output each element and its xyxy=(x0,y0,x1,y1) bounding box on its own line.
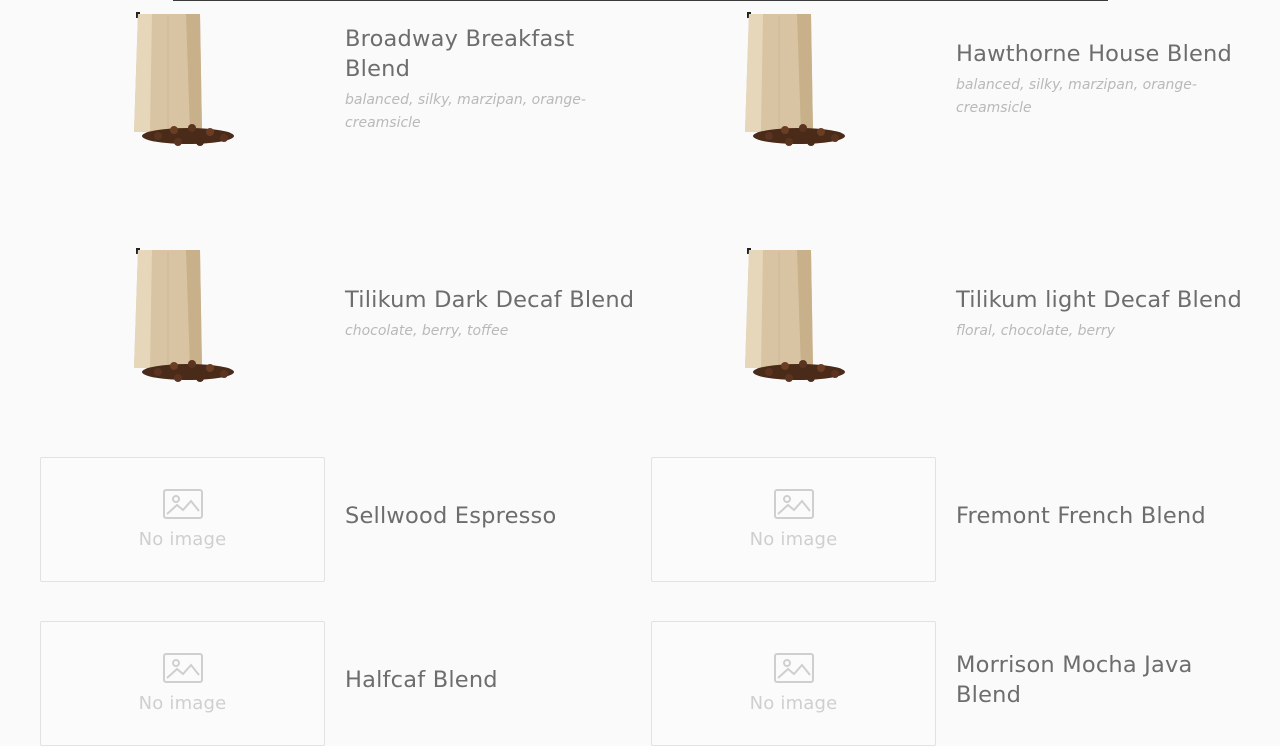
coffee-bag-image xyxy=(745,12,845,146)
product-name: Hawthorne House Blend xyxy=(956,41,1233,67)
image-placeholder-icon xyxy=(163,653,203,683)
product-image-placeholder: No image xyxy=(40,457,325,582)
product-name: Fremont French Blend xyxy=(956,503,1206,529)
tasting-notes: chocolate, berry, toffee xyxy=(345,323,509,339)
product-info: Tilikum light Decaf Blend floral, chocol… xyxy=(956,285,1256,343)
product-info: Morrison Mocha Java Blend xyxy=(956,650,1216,710)
no-image-label: No image xyxy=(138,529,227,550)
product-name: Tilikum Dark Decaf Blend xyxy=(345,287,635,313)
product-card[interactable]: Tilikum light Decaf Blend floral, chocol… xyxy=(651,236,1261,406)
no-image-label: No image xyxy=(749,529,838,550)
tasting-notes: balanced, silky, marzipan, orange-creams… xyxy=(345,92,586,131)
product-card[interactable]: No image Fremont French Blend xyxy=(651,457,1251,583)
image-placeholder-icon xyxy=(163,489,203,519)
product-image-placeholder: No image xyxy=(40,621,325,746)
image-placeholder-icon xyxy=(774,489,814,519)
coffee-bag-image xyxy=(745,248,845,382)
product-info: Sellwood Espresso xyxy=(345,501,645,531)
coffee-bag-image xyxy=(134,12,234,146)
product-image xyxy=(651,236,936,382)
product-image-placeholder: No image xyxy=(651,621,936,746)
product-card[interactable]: Hawthorne House Blend balanced, silky, m… xyxy=(651,0,1251,170)
product-name: Sellwood Espresso xyxy=(345,503,557,529)
product-card[interactable]: No image Morrison Mocha Java Blend xyxy=(651,621,1251,746)
no-image-label: No image xyxy=(138,693,227,714)
product-image-placeholder: No image xyxy=(651,457,936,582)
product-card[interactable]: No image Sellwood Espresso xyxy=(40,457,630,583)
product-image xyxy=(651,0,936,146)
product-info: Broadway Breakfast Blend balanced, silky… xyxy=(345,24,645,135)
product-grid: Broadway Breakfast Blend balanced, silky… xyxy=(0,0,1280,746)
product-card[interactable]: Broadway Breakfast Blend balanced, silky… xyxy=(40,0,630,170)
product-name: Broadway Breakfast Blend xyxy=(345,26,575,82)
tasting-notes: balanced, silky, marzipan, orange-creams… xyxy=(956,77,1197,116)
product-name: Halfcaf Blend xyxy=(345,667,498,693)
image-placeholder-icon xyxy=(774,653,814,683)
product-card[interactable]: No image Halfcaf Blend xyxy=(40,621,630,746)
no-image-label: No image xyxy=(749,693,838,714)
product-name: Tilikum light Decaf Blend xyxy=(956,287,1242,313)
product-info: Fremont French Blend xyxy=(956,501,1256,531)
product-image xyxy=(40,0,325,146)
tasting-notes: floral, chocolate, berry xyxy=(956,323,1115,339)
product-image xyxy=(40,236,325,382)
product-name: Morrison Mocha Java Blend xyxy=(956,652,1193,708)
product-info: Hawthorne House Blend balanced, silky, m… xyxy=(956,39,1256,120)
product-info: Halfcaf Blend xyxy=(345,665,645,695)
product-card[interactable]: Tilikum Dark Decaf Blend chocolate, berr… xyxy=(40,236,640,406)
product-info: Tilikum Dark Decaf Blend chocolate, berr… xyxy=(345,285,645,343)
coffee-bag-image xyxy=(134,248,234,382)
